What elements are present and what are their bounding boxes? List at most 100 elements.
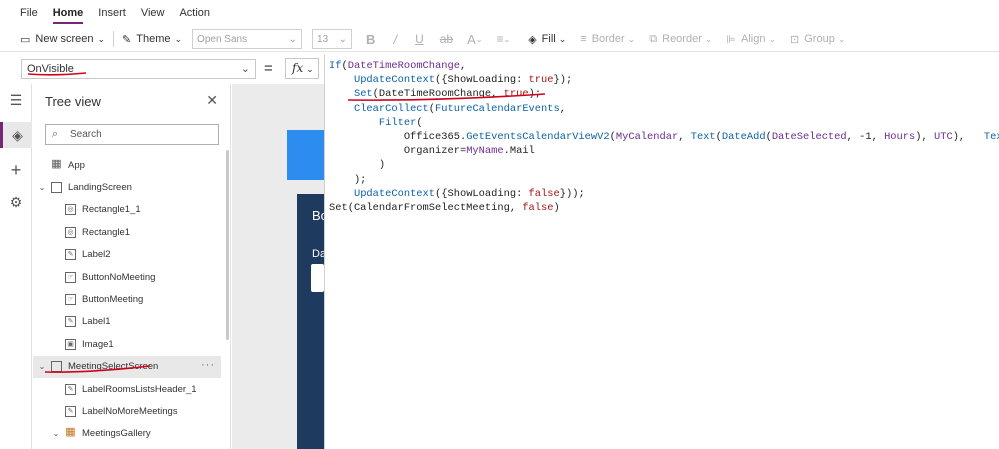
more-options-icon[interactable]: ··· [201, 359, 215, 371]
strikethrough-button[interactable]: ab [440, 28, 453, 50]
tree-scrollbar[interactable] [226, 150, 229, 340]
tree-node[interactable]: ▦ App [33, 154, 221, 176]
tree-node[interactable]: ⌄ ▦ MeetingsGallery [33, 423, 221, 445]
code-line: If(DateTimeRoomChange, [329, 59, 999, 73]
menu-insert[interactable]: Insert [98, 0, 126, 27]
app-icon: ▦ [51, 157, 62, 170]
font-size-select[interactable]: 13 ⌄ [312, 29, 353, 49]
chevron-down-icon: ⌄ [558, 33, 567, 44]
new-screen-button[interactable]: ▭ New screen ⌄ [20, 28, 105, 50]
chevron-down-icon: ⌄ [288, 33, 298, 45]
fill-button[interactable]: ◈ Fill ⌄ [528, 28, 566, 50]
reorder-label: Reorder [662, 33, 702, 45]
brush-icon: ✎ [122, 33, 132, 46]
tree-node[interactable]: ⌄ LandingScreen [33, 176, 221, 198]
chevron-down-icon[interactable]: ⌄ [37, 183, 47, 192]
hamburger-menu-icon[interactable]: ☰ [6, 90, 26, 110]
code-token: (DateTimeRoomChange, [372, 88, 504, 101]
reorder-button[interactable]: ⧉ Reorder ⌄ [649, 28, 712, 50]
bold-button[interactable]: B [366, 28, 375, 50]
tree-node[interactable]: ▣ Image1 [33, 333, 221, 355]
label-icon: ✎ [65, 316, 76, 328]
code-token: }); [553, 74, 573, 87]
close-icon[interactable]: ✕ [206, 92, 218, 109]
new-screen-label: New screen [35, 33, 94, 45]
data-tools-icon[interactable]: ⚙ [6, 192, 26, 212]
fx-icon: fx [292, 61, 304, 75]
font-family-select[interactable]: Open Sans ⌄ [192, 29, 303, 49]
left-rail: ☰ ◈ + ⚙ [0, 84, 32, 449]
code-token: Set [353, 88, 373, 101]
chevron-down-icon[interactable]: ⌄ [37, 362, 47, 371]
code-token: ) [553, 202, 560, 215]
tree-node[interactable]: ⌄ MeetingSelectScreen ··· [33, 355, 221, 378]
code-token: Text [690, 131, 716, 144]
chevron-down-icon[interactable]: ⌄ [51, 429, 61, 438]
code-token: Organizer= [329, 145, 467, 158]
tree-node-label: Rectangle1_1 [82, 204, 141, 216]
menu-bar: File Home Insert View Action [0, 0, 999, 27]
italic-button[interactable]: / [393, 28, 397, 50]
menu-view[interactable]: View [141, 0, 165, 27]
align-button[interactable]: ⊫ Align ⌄ [726, 28, 776, 50]
tree-node[interactable]: ◎ Rectangle1 [33, 221, 221, 243]
code-token: ), [952, 131, 984, 144]
menu-action[interactable]: Action [179, 0, 210, 27]
fill-label: Fill [541, 33, 556, 45]
new-screen-icon: ▭ [20, 33, 31, 46]
font-family-value: Open Sans [197, 33, 248, 45]
chevron-down-icon: ⌄ [97, 33, 106, 44]
rectangle-icon: ◎ [65, 226, 76, 238]
function-button[interactable]: fx ⌄ [285, 58, 319, 79]
group-button[interactable]: ⊡ Group ⌄ [790, 28, 845, 50]
rectangle-icon: ◎ [65, 204, 76, 216]
menu-home[interactable]: Home [52, 0, 83, 27]
tree-node[interactable]: ✎ LabelRoomsListsHeader_1 [33, 378, 221, 400]
tree-view-panel: Tree view ✕ ⌕ Search ▦ App ⌄ LandingScreen ◎… [33, 84, 231, 449]
group-label: Group [804, 33, 835, 45]
theme-button[interactable]: ✎ Theme ⌄ [122, 28, 182, 50]
code-token: UpdateContext [353, 187, 436, 200]
plus-icon[interactable]: + [6, 160, 26, 180]
tree-node-label: ButtonNoMeeting [82, 271, 156, 283]
font-color-button[interactable]: A ⌄ [467, 28, 482, 50]
property-select[interactable]: OnVisible ⌄ [21, 59, 256, 79]
code-token: , [559, 102, 566, 115]
button-icon: ☞ [65, 271, 76, 283]
formula-editor[interactable]: If(DateTimeRoomChange, UpdateContext({Sh… [324, 55, 999, 449]
code-token: ( [416, 116, 423, 129]
code-line: Set(CalendarFromSelectMeeting, false) [329, 201, 999, 215]
tree-node[interactable]: ◎ Rectangle1_1 [33, 199, 221, 221]
search-input[interactable]: ⌕ Search [45, 124, 219, 145]
underline-button[interactable]: U [415, 28, 424, 50]
tree-node[interactable]: ✎ LabelNoMoreMeetings [33, 400, 221, 422]
code-token: FutureCalendarEvents [435, 102, 560, 115]
menu-file[interactable]: File [20, 0, 38, 27]
code-token: false [528, 187, 560, 200]
screen-icon [51, 361, 62, 373]
border-label: Border [591, 33, 625, 45]
code-token: UTC [933, 131, 953, 144]
tree-node[interactable]: ✎ Label1 [33, 311, 221, 333]
gallery-icon: ▦ [65, 426, 76, 439]
border-button[interactable]: ≡ Border ⌄ [580, 28, 635, 50]
button-icon: ☞ [65, 293, 76, 305]
tree-node-label: LabelNoMoreMeetings [82, 405, 178, 417]
tree-node[interactable]: ☞ ButtonMeeting [33, 288, 221, 310]
code-token: true [503, 88, 529, 101]
tree-node[interactable]: ☞ ButtonNoMeeting [33, 266, 221, 288]
layers-icon[interactable]: ◈ [0, 122, 32, 148]
design-canvas[interactable]: Bo Da [232, 84, 328, 449]
tree-node-label: Label1 [82, 316, 111, 328]
tree-node-label: LabelRoomsListsHeader_1 [82, 383, 197, 395]
code-token: , [678, 131, 691, 144]
tree-node-label: MeetingSelectScreen [68, 361, 159, 373]
ribbon-toolbar: ▭ New screen ⌄ ✎ Theme ⌄ Open Sans ⌄ 13 … [0, 27, 999, 52]
tree-node[interactable]: ✎ Label2 [33, 244, 221, 266]
text-align-button[interactable]: ≡ ⌄ [496, 28, 510, 50]
tree-node-label: LandingScreen [68, 181, 132, 193]
